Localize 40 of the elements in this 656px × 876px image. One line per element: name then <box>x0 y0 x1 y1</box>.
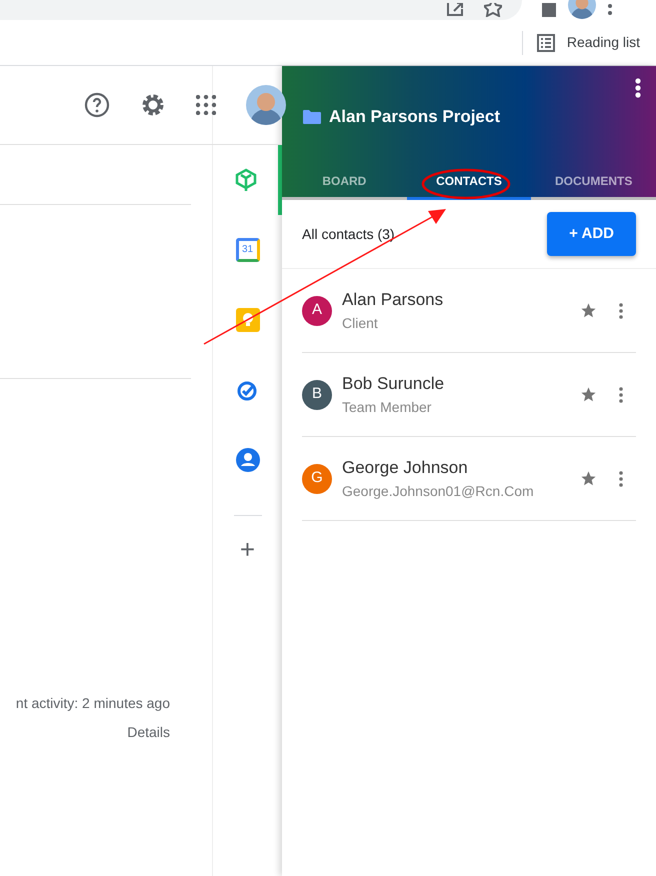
tab[interactable]: DOCUMENTS <box>531 164 656 200</box>
list-title: All contacts (3) <box>302 224 395 244</box>
person-icon <box>236 448 260 472</box>
contact-name: Alan Parsons <box>342 289 444 312</box>
contact-avatar: G <box>302 464 332 494</box>
star-outline-icon[interactable] <box>484 3 502 17</box>
lightbulb-icon <box>236 308 260 332</box>
reading-list-button[interactable]: Reading list <box>536 32 656 53</box>
activity-text: nt activity: 2 minutes ago <box>16 694 170 713</box>
list-icon <box>536 34 555 52</box>
avatar-icon[interactable] <box>246 85 286 125</box>
contact-subtitle: Team Member <box>342 398 432 417</box>
add-button[interactable]: + <box>240 536 256 562</box>
contact-name: George Johnson <box>342 457 469 480</box>
folder-icon <box>303 110 321 124</box>
more-vertical-icon[interactable] <box>635 78 641 98</box>
add-contact-button[interactable]: + ADD <box>547 212 636 256</box>
more-vertical-icon[interactable] <box>608 4 612 16</box>
side-rail-button[interactable]: 31 <box>213 215 282 285</box>
contact-avatar: B <box>302 380 332 410</box>
apps-grid-icon[interactable] <box>196 95 216 115</box>
tab[interactable]: CONTACTS <box>406 164 532 200</box>
star-icon[interactable] <box>580 386 597 403</box>
star-icon[interactable] <box>580 470 597 487</box>
contact-row[interactable]: A Alan Parsons Client <box>302 269 636 353</box>
calendar-day: 31 <box>242 245 254 255</box>
contact-avatar: A <box>302 296 332 326</box>
settings-icon[interactable] <box>140 92 166 118</box>
contact-name: Bob Suruncle <box>342 373 446 396</box>
project-title: Alan Parsons Project <box>329 106 500 128</box>
contact-subtitle: George.Johnson01@Rcn.Com <box>342 482 535 501</box>
contact-row[interactable]: G George Johnson George.Johnson01@Rcn.Com <box>302 437 636 521</box>
tab[interactable]: BOARD <box>282 164 407 200</box>
star-icon[interactable] <box>580 302 597 319</box>
contact-row[interactable]: B Bob Suruncle Team Member <box>302 353 636 437</box>
contact-subtitle: Client <box>342 314 379 333</box>
help-icon[interactable] <box>84 92 110 118</box>
share-icon[interactable] <box>446 3 464 17</box>
details-link[interactable]: Details <box>127 722 170 743</box>
leaf-icon <box>234 168 256 192</box>
